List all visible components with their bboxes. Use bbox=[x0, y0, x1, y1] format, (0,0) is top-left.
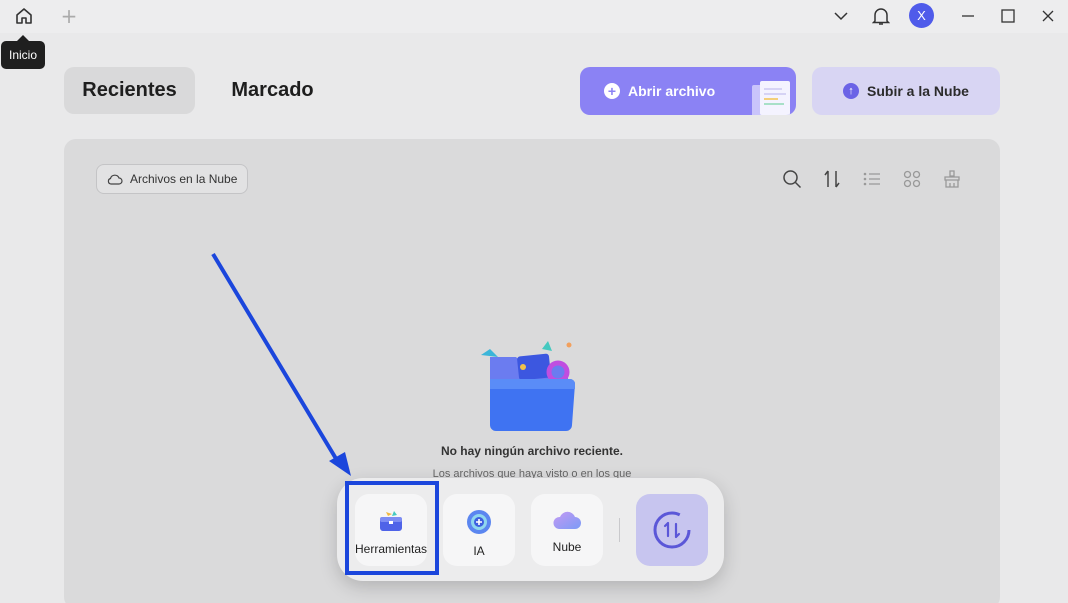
upload-cloud-label: Subir a la Nube bbox=[867, 83, 969, 99]
dock-divider bbox=[619, 518, 620, 542]
close-icon[interactable] bbox=[1035, 4, 1061, 28]
maximize-icon[interactable] bbox=[995, 4, 1021, 28]
bell-icon[interactable] bbox=[868, 4, 894, 28]
plus-icon: + bbox=[604, 83, 620, 99]
user-avatar[interactable]: X bbox=[909, 3, 934, 28]
dock-item-nube[interactable]: Nube bbox=[531, 494, 603, 566]
home-tooltip: Inicio bbox=[1, 35, 46, 69]
sort-icon[interactable] bbox=[820, 167, 844, 191]
ai-icon bbox=[467, 510, 491, 534]
dock-sync-button[interactable] bbox=[636, 494, 708, 566]
upload-icon: ↑ bbox=[843, 83, 859, 99]
cloud-files-label: Archivos en la Nube bbox=[130, 172, 238, 186]
empty-state-title: No hay ningún archivo reciente. bbox=[440, 444, 624, 458]
cloud-files-chip[interactable]: Archivos en la Nube bbox=[96, 164, 249, 194]
list-view-icon[interactable] bbox=[860, 167, 884, 191]
dock-item-label: IA bbox=[473, 544, 485, 558]
new-tab-button[interactable]: + bbox=[56, 2, 82, 30]
cloud-icon bbox=[553, 511, 581, 529]
open-file-label: Abrir archivo bbox=[628, 83, 716, 99]
empty-folder-illustration bbox=[481, 341, 575, 431]
search-icon[interactable] bbox=[780, 167, 804, 191]
clean-icon[interactable] bbox=[940, 167, 964, 191]
tab-recientes[interactable]: Recientes bbox=[64, 67, 195, 114]
cloud-outline-icon bbox=[107, 174, 123, 185]
upload-cloud-button[interactable]: ↑ Subir a la Nube bbox=[812, 67, 1000, 115]
dock-item-label: Nube bbox=[552, 540, 582, 554]
home-icon bbox=[16, 8, 32, 24]
minimize-icon[interactable] bbox=[955, 4, 981, 28]
title-bar: + X bbox=[0, 0, 1068, 33]
sync-icon bbox=[653, 511, 691, 549]
grid-view-icon[interactable] bbox=[900, 167, 924, 191]
highlight-box bbox=[345, 481, 439, 575]
open-file-button[interactable]: + Abrir archivo bbox=[580, 67, 796, 115]
tab-marcado[interactable]: Marcado bbox=[211, 67, 334, 114]
chevron-down-icon[interactable] bbox=[828, 4, 854, 28]
documents-icon bbox=[752, 81, 790, 115]
dock-item-ia[interactable]: IA bbox=[443, 494, 515, 566]
home-tab-button[interactable] bbox=[5, 0, 43, 32]
